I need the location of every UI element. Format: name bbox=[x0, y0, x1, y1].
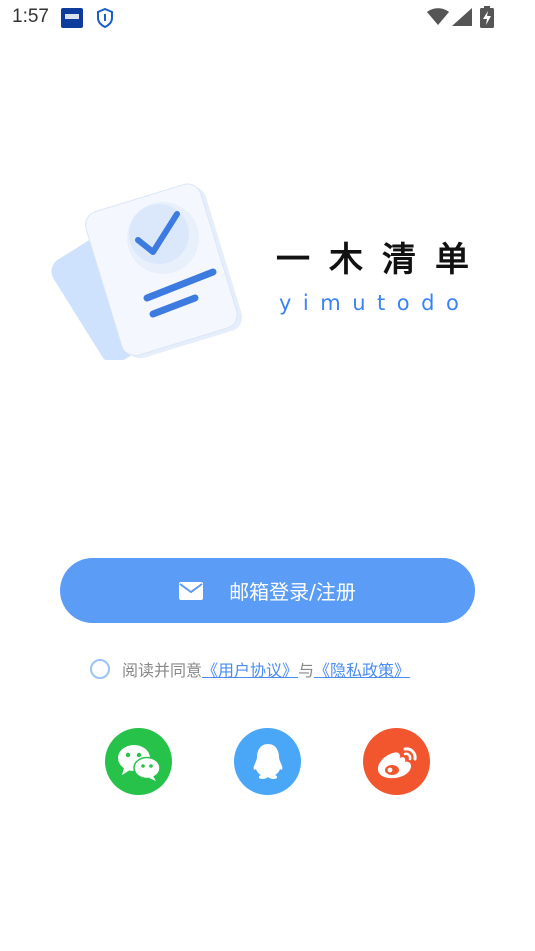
agreement-prefix: 阅读并同意 bbox=[122, 661, 203, 680]
wechat-login-button[interactable] bbox=[105, 728, 172, 795]
user-agreement-link[interactable]: 《用户协议》 bbox=[202, 657, 298, 681]
weibo-icon bbox=[377, 746, 417, 778]
qq-login-button[interactable] bbox=[234, 728, 301, 795]
status-time: 1:57 bbox=[12, 6, 49, 27]
app-logo-illustration bbox=[51, 183, 243, 360]
email-login-button[interactable]: 邮箱登录/注册 bbox=[60, 558, 475, 623]
app-notification-icon bbox=[61, 8, 83, 28]
agreement-checkbox[interactable] bbox=[90, 659, 110, 679]
email-login-label: 邮箱登录/注册 bbox=[229, 580, 356, 604]
wifi-icon bbox=[427, 8, 449, 25]
app-title: 一木清单 bbox=[276, 240, 488, 280]
qq-icon bbox=[253, 743, 282, 779]
battery-charging-icon bbox=[480, 6, 494, 28]
app-subtitle: yimutodo bbox=[279, 291, 471, 315]
shield-notification-icon bbox=[97, 8, 113, 28]
mail-icon bbox=[179, 581, 204, 600]
signal-icon bbox=[452, 8, 472, 26]
status-bar: 1:57 bbox=[0, 0, 535, 36]
wechat-icon bbox=[117, 744, 161, 781]
agreement-connector: 与 bbox=[298, 661, 315, 680]
weibo-login-button[interactable] bbox=[363, 728, 430, 795]
agreement-row: 阅读并同意 《用户协议》 与 《隐私政策》 bbox=[90, 656, 470, 682]
privacy-policy-link[interactable]: 《隐私政策》 bbox=[314, 657, 410, 681]
